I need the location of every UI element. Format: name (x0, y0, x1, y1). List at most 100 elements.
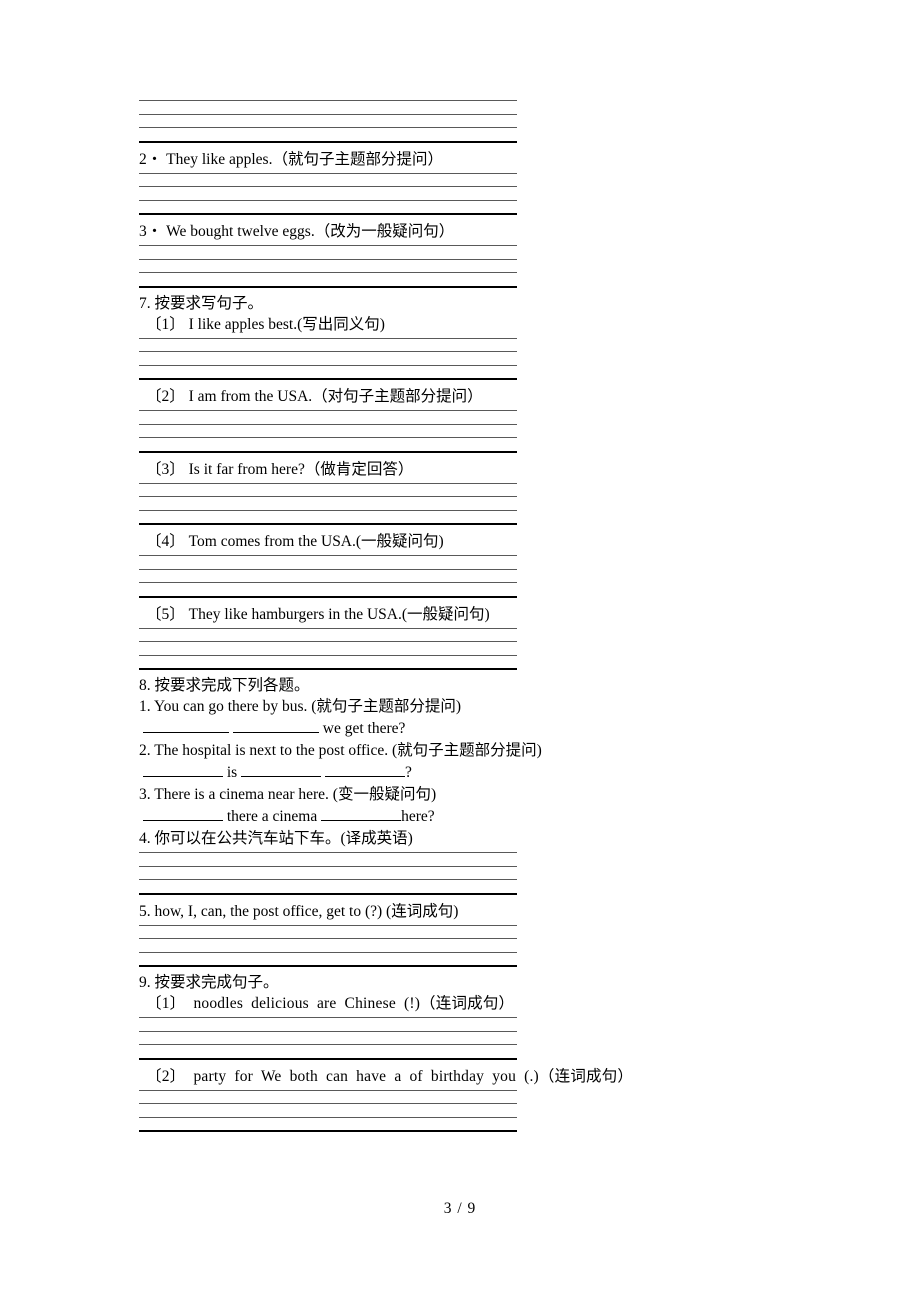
question-item: 2・ They like apples.（就句子主题部分提问） (139, 149, 779, 170)
answer-rule (139, 1103, 517, 1104)
answer-rule (139, 113, 517, 115)
answer-lines (139, 245, 517, 288)
answer-blank-row: is ? (139, 761, 779, 784)
page-footer: 3 / 9 (0, 1200, 920, 1218)
answer-rule (139, 568, 517, 570)
answer-rule (139, 437, 517, 438)
question-text: We bought twelve eggs.（改为一般疑问句） (166, 223, 455, 240)
question-number: 2・ (139, 150, 163, 168)
answer-lines (139, 337, 517, 380)
answer-rule (139, 423, 517, 425)
question-number: 〔4〕 (146, 533, 185, 550)
answer-lines (139, 555, 517, 598)
answer-static-text: there a cinema (226, 808, 318, 825)
answer-static-text: we get there? (322, 720, 406, 737)
answer-rule (139, 582, 517, 583)
question-text: There is a cinema near here. (变一般疑问句) (154, 786, 437, 803)
question-number: 5. (139, 902, 151, 920)
question-item: 〔1〕 I like apples best.(写出同义句) (139, 314, 779, 335)
question-text: noodles delicious are Chinese (!)（连词成句） (193, 995, 515, 1012)
answer-rule (139, 199, 517, 201)
answer-rule (139, 410, 517, 411)
answer-rule (139, 1116, 517, 1118)
answer-rule (139, 245, 517, 246)
question-number: 2. (139, 742, 151, 759)
question-text: how, I, can, the post office, get to (?)… (154, 902, 459, 920)
answer-static-text: here? (401, 808, 435, 825)
fill-blank[interactable] (241, 761, 322, 777)
answer-rule (139, 351, 517, 352)
question-item: 〔2〕 I am from the USA.（对句子主题部分提问） (139, 386, 779, 407)
question-item: 2. The hospital is next to the post offi… (139, 740, 779, 761)
question-text: You can go there by bus. (就句子主题部分提问) (153, 698, 462, 715)
question-text: The hospital is next to the post office.… (154, 742, 542, 759)
answer-rule (139, 1044, 517, 1045)
fill-blank[interactable] (324, 761, 405, 777)
answer-rule-separator (139, 1130, 517, 1132)
question-number: 〔5〕 (146, 605, 185, 623)
question-text: They like hamburgers in the USA.(一般疑问句) (188, 605, 490, 623)
answer-lines (139, 852, 517, 895)
question-number: 1. (139, 698, 151, 715)
answer-rule (139, 482, 517, 484)
answer-rule (139, 100, 517, 101)
answer-rule (139, 641, 517, 642)
question-item: 1. You can go there by bus. (就句子主题部分提问) (139, 696, 779, 717)
answer-rule (139, 627, 517, 629)
answer-rule (139, 924, 517, 926)
fill-blank[interactable] (143, 761, 223, 777)
fill-blank[interactable] (321, 805, 402, 821)
question-number: 〔1〕 (146, 315, 185, 333)
question-item: 〔4〕 Tom comes from the USA.(一般疑问句) (139, 531, 779, 552)
question-number: 〔1〕 (146, 995, 186, 1012)
answer-rule (139, 509, 517, 511)
worksheet-content: 2・ They like apples.（就句子主题部分提问） 3・ We bo… (139, 100, 779, 1132)
answer-rule (139, 865, 517, 867)
question-item: 3・ We bought twelve eggs.（改为一般疑问句） (139, 221, 779, 242)
answer-lines (139, 1089, 517, 1132)
answer-lines-top (139, 100, 517, 143)
answer-rule (139, 127, 517, 128)
answer-blank-row: there a cinema here? (139, 805, 779, 828)
answer-lines (139, 410, 517, 453)
answer-lines (139, 627, 517, 670)
answer-static-text: ? (404, 764, 412, 781)
answer-rule (139, 938, 517, 939)
question-text: They like apples.（就句子主题部分提问） (166, 150, 443, 168)
section-heading-8: 8. 按要求完成下列各题。 (139, 677, 310, 694)
question-item: 〔5〕 They like hamburgers in the USA.(一般疑… (139, 604, 779, 625)
fill-blank[interactable] (143, 805, 223, 821)
section-heading-7: 7. 按要求写句子。 (139, 294, 264, 312)
answer-lines (139, 1017, 517, 1060)
question-number: 〔2〕 (146, 388, 185, 405)
question-item: 3. There is a cinema near here. (变一般疑问句) (139, 784, 779, 805)
worksheet-page: 2・ They like apples.（就句子主题部分提问） 3・ We bo… (0, 0, 920, 1302)
answer-lines (139, 172, 517, 215)
fill-blank[interactable] (143, 717, 229, 733)
question-number: 〔2〕 (146, 1067, 186, 1085)
answer-rule (139, 555, 517, 556)
answer-lines (139, 482, 517, 525)
answer-rule (139, 879, 517, 880)
question-text: Is it far from here?（做肯定回答） (188, 460, 414, 478)
question-text: Tom comes from the USA.(一般疑问句) (188, 533, 444, 550)
question-number: 4. (139, 830, 151, 847)
answer-rule (139, 258, 517, 260)
answer-rule (139, 1089, 517, 1091)
answer-lines (139, 924, 517, 967)
question-number: 3・ (139, 223, 163, 240)
question-item: 4. 你可以在公共汽车站下车。(译成英语) (139, 828, 779, 849)
question-text: I like apples best.(写出同义句) (188, 315, 385, 333)
question-number: 3. (139, 786, 151, 803)
answer-blank-row: we get there? (139, 717, 779, 740)
answer-rule (139, 272, 517, 273)
question-text: 你可以在公共汽车站下车。(译成英语) (154, 830, 413, 847)
answer-rule (139, 172, 517, 174)
question-item: 〔2〕 party for We both can have a of birt… (139, 1066, 779, 1087)
question-item: 〔3〕 Is it far from here?（做肯定回答） (139, 459, 779, 480)
answer-rule (139, 1017, 517, 1018)
page-number: 3 / 9 (443, 1200, 477, 1217)
question-item: 5. how, I, can, the post office, get to … (139, 901, 779, 922)
answer-rule (139, 337, 517, 339)
fill-blank[interactable] (232, 717, 319, 733)
